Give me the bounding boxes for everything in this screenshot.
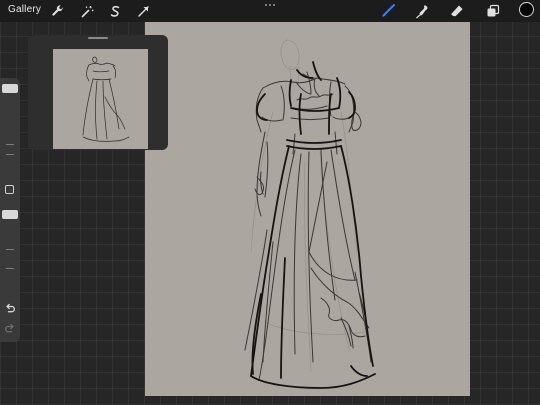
slider-tick bbox=[6, 144, 14, 145]
more-options-icon[interactable] bbox=[263, 1, 277, 9]
modify-square-icon[interactable] bbox=[5, 185, 14, 194]
transform-arrow-icon[interactable] bbox=[135, 3, 151, 19]
reference-thumbnail bbox=[53, 49, 148, 149]
reference-window-grabber[interactable] bbox=[88, 37, 108, 39]
dress-sketch-thumbnail bbox=[82, 56, 130, 142]
slider-tick bbox=[6, 154, 14, 155]
redo-icon[interactable] bbox=[4, 322, 16, 334]
smudge-icon[interactable] bbox=[414, 3, 430, 19]
slider-tick bbox=[6, 268, 14, 269]
slider-tick bbox=[6, 249, 14, 250]
dress-sketch bbox=[244, 39, 376, 389]
reference-window[interactable] bbox=[28, 35, 168, 150]
brush-icon[interactable] bbox=[380, 3, 396, 19]
top-toolbar: Gallery bbox=[0, 0, 540, 22]
magic-wand-icon[interactable] bbox=[79, 3, 95, 19]
selection-icon[interactable] bbox=[107, 3, 123, 19]
drawing-canvas[interactable] bbox=[145, 22, 470, 396]
eraser-icon[interactable] bbox=[449, 3, 465, 19]
brush-size-slider[interactable] bbox=[2, 84, 18, 93]
opacity-slider[interactable] bbox=[2, 210, 18, 219]
layers-icon[interactable] bbox=[485, 3, 501, 19]
wrench-icon[interactable] bbox=[49, 3, 65, 19]
gallery-button[interactable]: Gallery bbox=[8, 4, 41, 15]
color-swatch-button[interactable] bbox=[519, 2, 534, 17]
undo-icon[interactable] bbox=[4, 302, 16, 314]
left-sidebar bbox=[0, 78, 20, 342]
